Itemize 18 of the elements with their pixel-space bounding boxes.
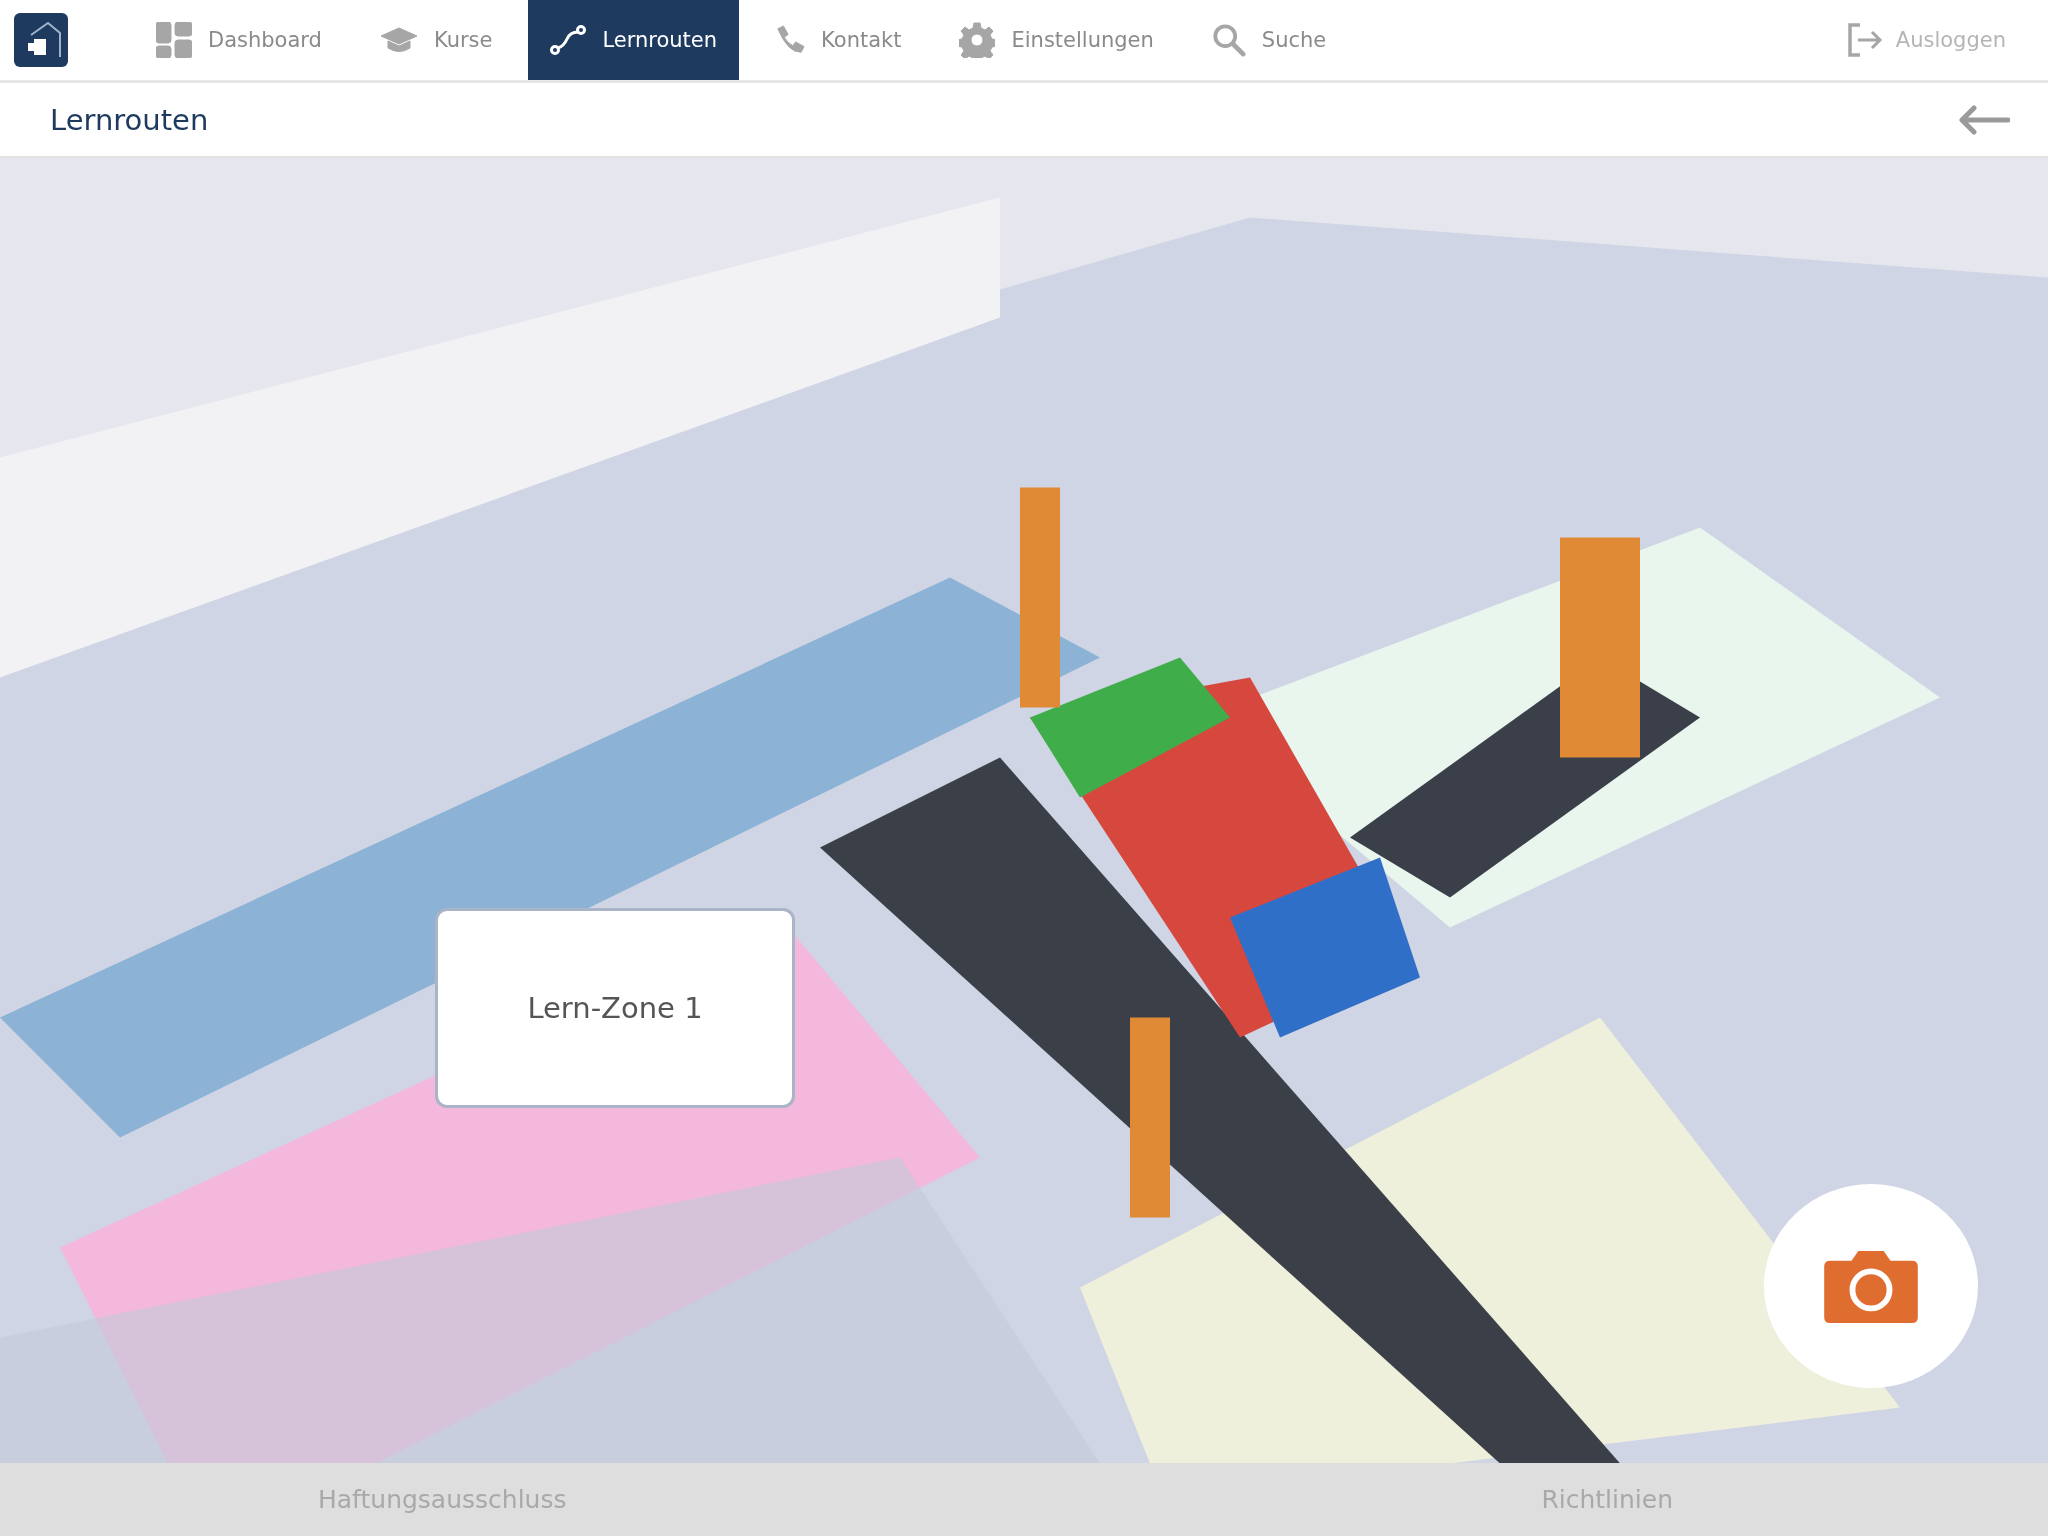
nav-tab[interactable]: Lernrouten: [528, 0, 740, 80]
nav-tab[interactable]: Kurse: [357, 0, 515, 80]
graduation-cap-icon: [379, 26, 418, 54]
back-arrow-icon: [1958, 104, 2010, 135]
logout-button[interactable]: Ausloggen: [1841, 22, 2012, 58]
nav-tab[interactable]: Suche: [1189, 0, 1349, 80]
search-icon: [1211, 23, 1246, 57]
nav-tab[interactable]: Einstellungen: [937, 0, 1176, 80]
route-icon: [550, 24, 587, 56]
nav-tab[interactable]: Dashboard: [134, 0, 344, 80]
page-title: Lernrouten: [50, 102, 209, 137]
dashboard-icon: [156, 22, 192, 58]
logout-icon: [1847, 23, 1884, 57]
app-logo[interactable]: [14, 13, 68, 67]
zone-label[interactable]: Lern-Zone 1: [435, 908, 795, 1108]
phone-icon: [775, 25, 806, 55]
nav-tab[interactable]: Kontakt: [753, 0, 924, 80]
settings-icon: [959, 22, 996, 58]
